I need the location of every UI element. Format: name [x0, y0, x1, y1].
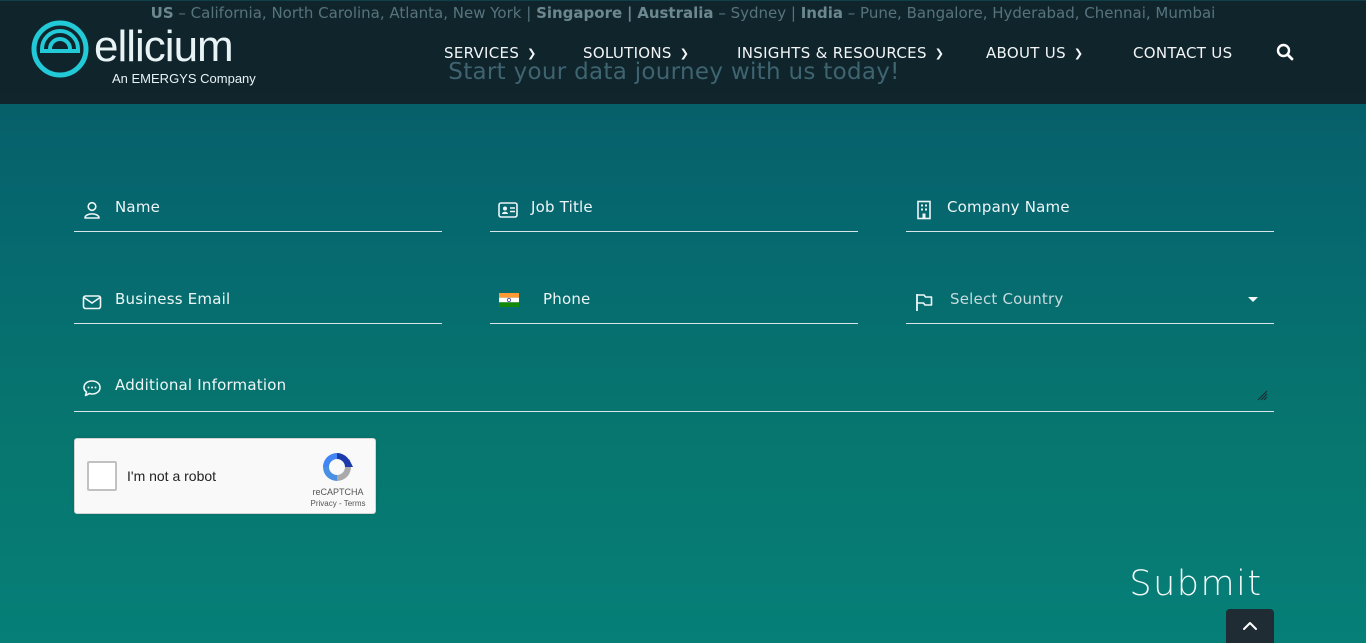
recaptcha-logo-icon: [323, 453, 353, 481]
country-select-placeholder: Select Country: [950, 290, 1064, 308]
recaptcha-brand: reCAPTCHA: [312, 487, 364, 497]
caret-down-icon: [1248, 297, 1258, 302]
building-icon: [917, 200, 931, 220]
name-placeholder: Name: [115, 198, 161, 216]
envelope-icon: [82, 295, 102, 310]
locations-in-text-overlay: – Pune, Bangalore, Hyderabad, Chennai, M…: [847, 4, 1216, 22]
company-name-field[interactable]: Company Name: [906, 186, 1274, 232]
site-header: US – California, North Carolina, Atlanta…: [0, 0, 1366, 104]
chevron-down-icon: ❯: [1073, 47, 1084, 60]
business-email-field[interactable]: Business Email: [74, 278, 442, 324]
recaptcha-checkbox[interactable]: [87, 461, 117, 491]
flag-icon: [916, 294, 933, 311]
brand-subtitle: An EMERGYS Company: [112, 71, 256, 86]
additional-information-field[interactable]: Additional Information: [74, 366, 1274, 412]
chat-bubble-icon: [83, 380, 101, 397]
submit-button[interactable]: Submit: [1120, 560, 1272, 610]
locations-au-text-overlay: – Sydney |: [718, 4, 796, 22]
country-select[interactable]: Select Country: [906, 278, 1274, 324]
additional-information-placeholder: Additional Information: [115, 376, 287, 394]
phone-placeholder: Phone: [543, 290, 591, 308]
india-flag-icon[interactable]: [499, 292, 519, 307]
nav-insights-label: INSIGHTS & RESOURCES: [737, 44, 927, 62]
main-nav: SERVICES ❯ SOLUTIONS ❯ INSIGHTS & RESOURCE…: [0, 39, 1366, 67]
nav-solutions-label: SOLUTIONS: [583, 44, 672, 62]
locations-sg-label-overlay: Singapore: [536, 4, 623, 22]
nav-contact-us[interactable]: CONTACT US: [1133, 39, 1232, 67]
search-icon[interactable]: [1276, 43, 1296, 63]
job-title-field[interactable]: Job Title: [490, 186, 858, 232]
nav-solutions[interactable]: SOLUTIONS ❯: [583, 39, 689, 67]
name-field[interactable]: Name: [74, 186, 442, 232]
nav-contact-label: CONTACT US: [1133, 44, 1233, 62]
recaptcha-widget: I'm not a robot reCAPTCHA Privacy - Term…: [74, 438, 376, 514]
id-card-icon: [498, 202, 518, 218]
chevron-down-icon: ❯: [527, 47, 537, 60]
business-email-placeholder: Business Email: [115, 290, 231, 308]
scroll-to-top-button[interactable]: [1226, 609, 1274, 643]
nav-about-label: ABOUT US: [986, 44, 1066, 62]
chevron-up-icon: [1243, 622, 1257, 630]
nav-about-us[interactable]: ABOUT US ❯: [986, 39, 1083, 67]
recaptcha-checkbox-label: I'm not a robot: [127, 468, 217, 484]
locations-separator-overlay: |: [626, 4, 633, 22]
phone-field[interactable]: Phone: [490, 278, 858, 324]
locations-in-label-overlay: India: [800, 4, 843, 22]
user-icon: [84, 201, 100, 219]
nav-insights-resources[interactable]: INSIGHTS & RESOURCES ❯: [737, 39, 944, 67]
recaptcha-links[interactable]: Privacy - Terms: [305, 499, 371, 508]
locations-au-label-overlay: Australia: [637, 4, 714, 22]
nav-services[interactable]: SERVICES ❯: [444, 39, 537, 67]
chevron-down-icon: ❯: [934, 47, 945, 60]
nav-services-label: SERVICES: [444, 44, 520, 62]
job-title-placeholder: Job Title: [531, 198, 593, 216]
chevron-down-icon: ❯: [679, 47, 690, 60]
resize-handle-icon[interactable]: [1256, 389, 1268, 401]
company-name-placeholder: Company Name: [947, 198, 1070, 216]
